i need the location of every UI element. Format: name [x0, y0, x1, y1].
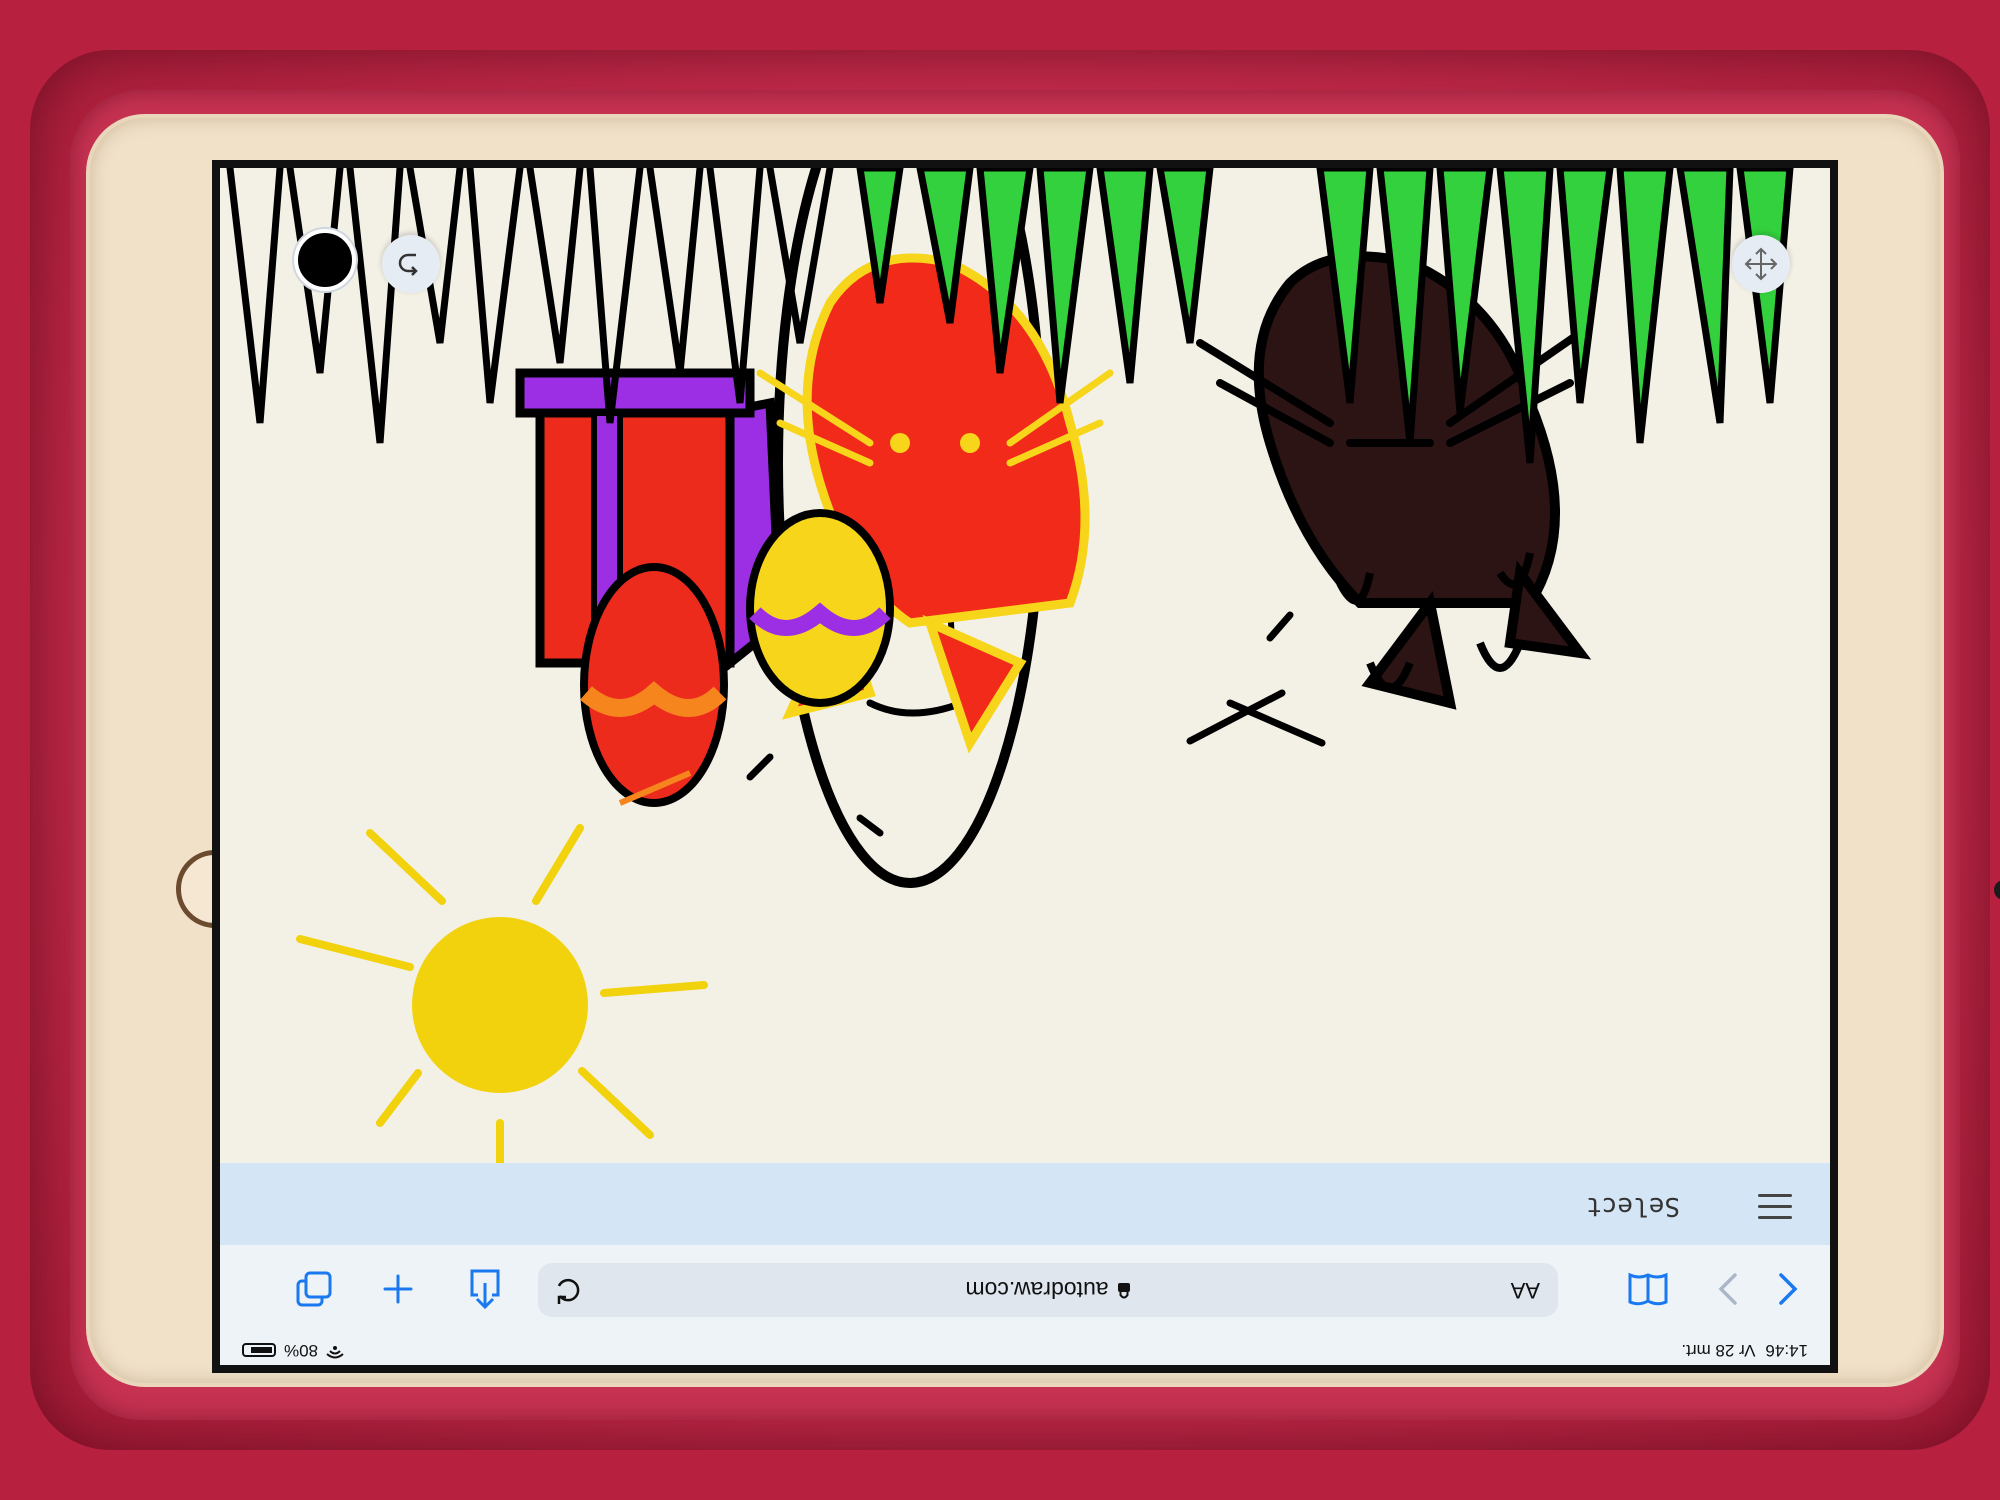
- address-bar[interactable]: AA autodraw.com: [538, 1263, 1558, 1317]
- app-bar: Select: [220, 1163, 1830, 1245]
- reload-icon[interactable]: [552, 1273, 586, 1307]
- move-icon[interactable]: [1732, 235, 1790, 293]
- select-tool-label[interactable]: Select: [1586, 1191, 1680, 1221]
- battery-percent: 80%: [284, 1341, 319, 1360]
- drawing: [226, 168, 1794, 1227]
- safari-toolbar: AA autodraw.com: [220, 1244, 1830, 1335]
- lock-icon: [1117, 1276, 1131, 1303]
- forward-icon[interactable]: [1708, 1269, 1748, 1309]
- back-icon[interactable]: [1768, 1269, 1808, 1309]
- battery-icon: [242, 1343, 276, 1357]
- ipad-screen: 14:46 Vr 28 mrt. 80% AA autodraw.com Sel…: [212, 160, 1838, 1373]
- new-tab-icon[interactable]: [378, 1269, 418, 1309]
- status-bar: 14:46 Vr 28 mrt. 80%: [220, 1335, 1830, 1365]
- menu-icon[interactable]: [1758, 1191, 1792, 1219]
- drawing-canvas[interactable]: [220, 168, 1830, 1227]
- display: 14:46 Vr 28 mrt. 80% AA autodraw.com Sel…: [220, 168, 1830, 1365]
- undo-icon[interactable]: [382, 235, 440, 293]
- yellow-easter-egg-drawing: [746, 509, 894, 707]
- red-easter-egg-drawing: [580, 563, 728, 807]
- front-camera: [1994, 880, 2000, 900]
- sun-drawing: [296, 824, 708, 1227]
- upside-down-view: 14:46 Vr 28 mrt. 80% AA autodraw.com Sel…: [220, 168, 1830, 1365]
- bookmarks-icon[interactable]: [1628, 1269, 1668, 1309]
- color-picker-button[interactable]: [294, 229, 356, 291]
- status-time: 14:46: [1765, 1341, 1808, 1360]
- status-date: Vr 28 mrt.: [1681, 1341, 1756, 1360]
- share-icon[interactable]: [465, 1269, 505, 1309]
- wifi-icon: [326, 1340, 344, 1360]
- tabs-icon[interactable]: [294, 1269, 334, 1309]
- url-text: autodraw.com: [965, 1277, 1109, 1303]
